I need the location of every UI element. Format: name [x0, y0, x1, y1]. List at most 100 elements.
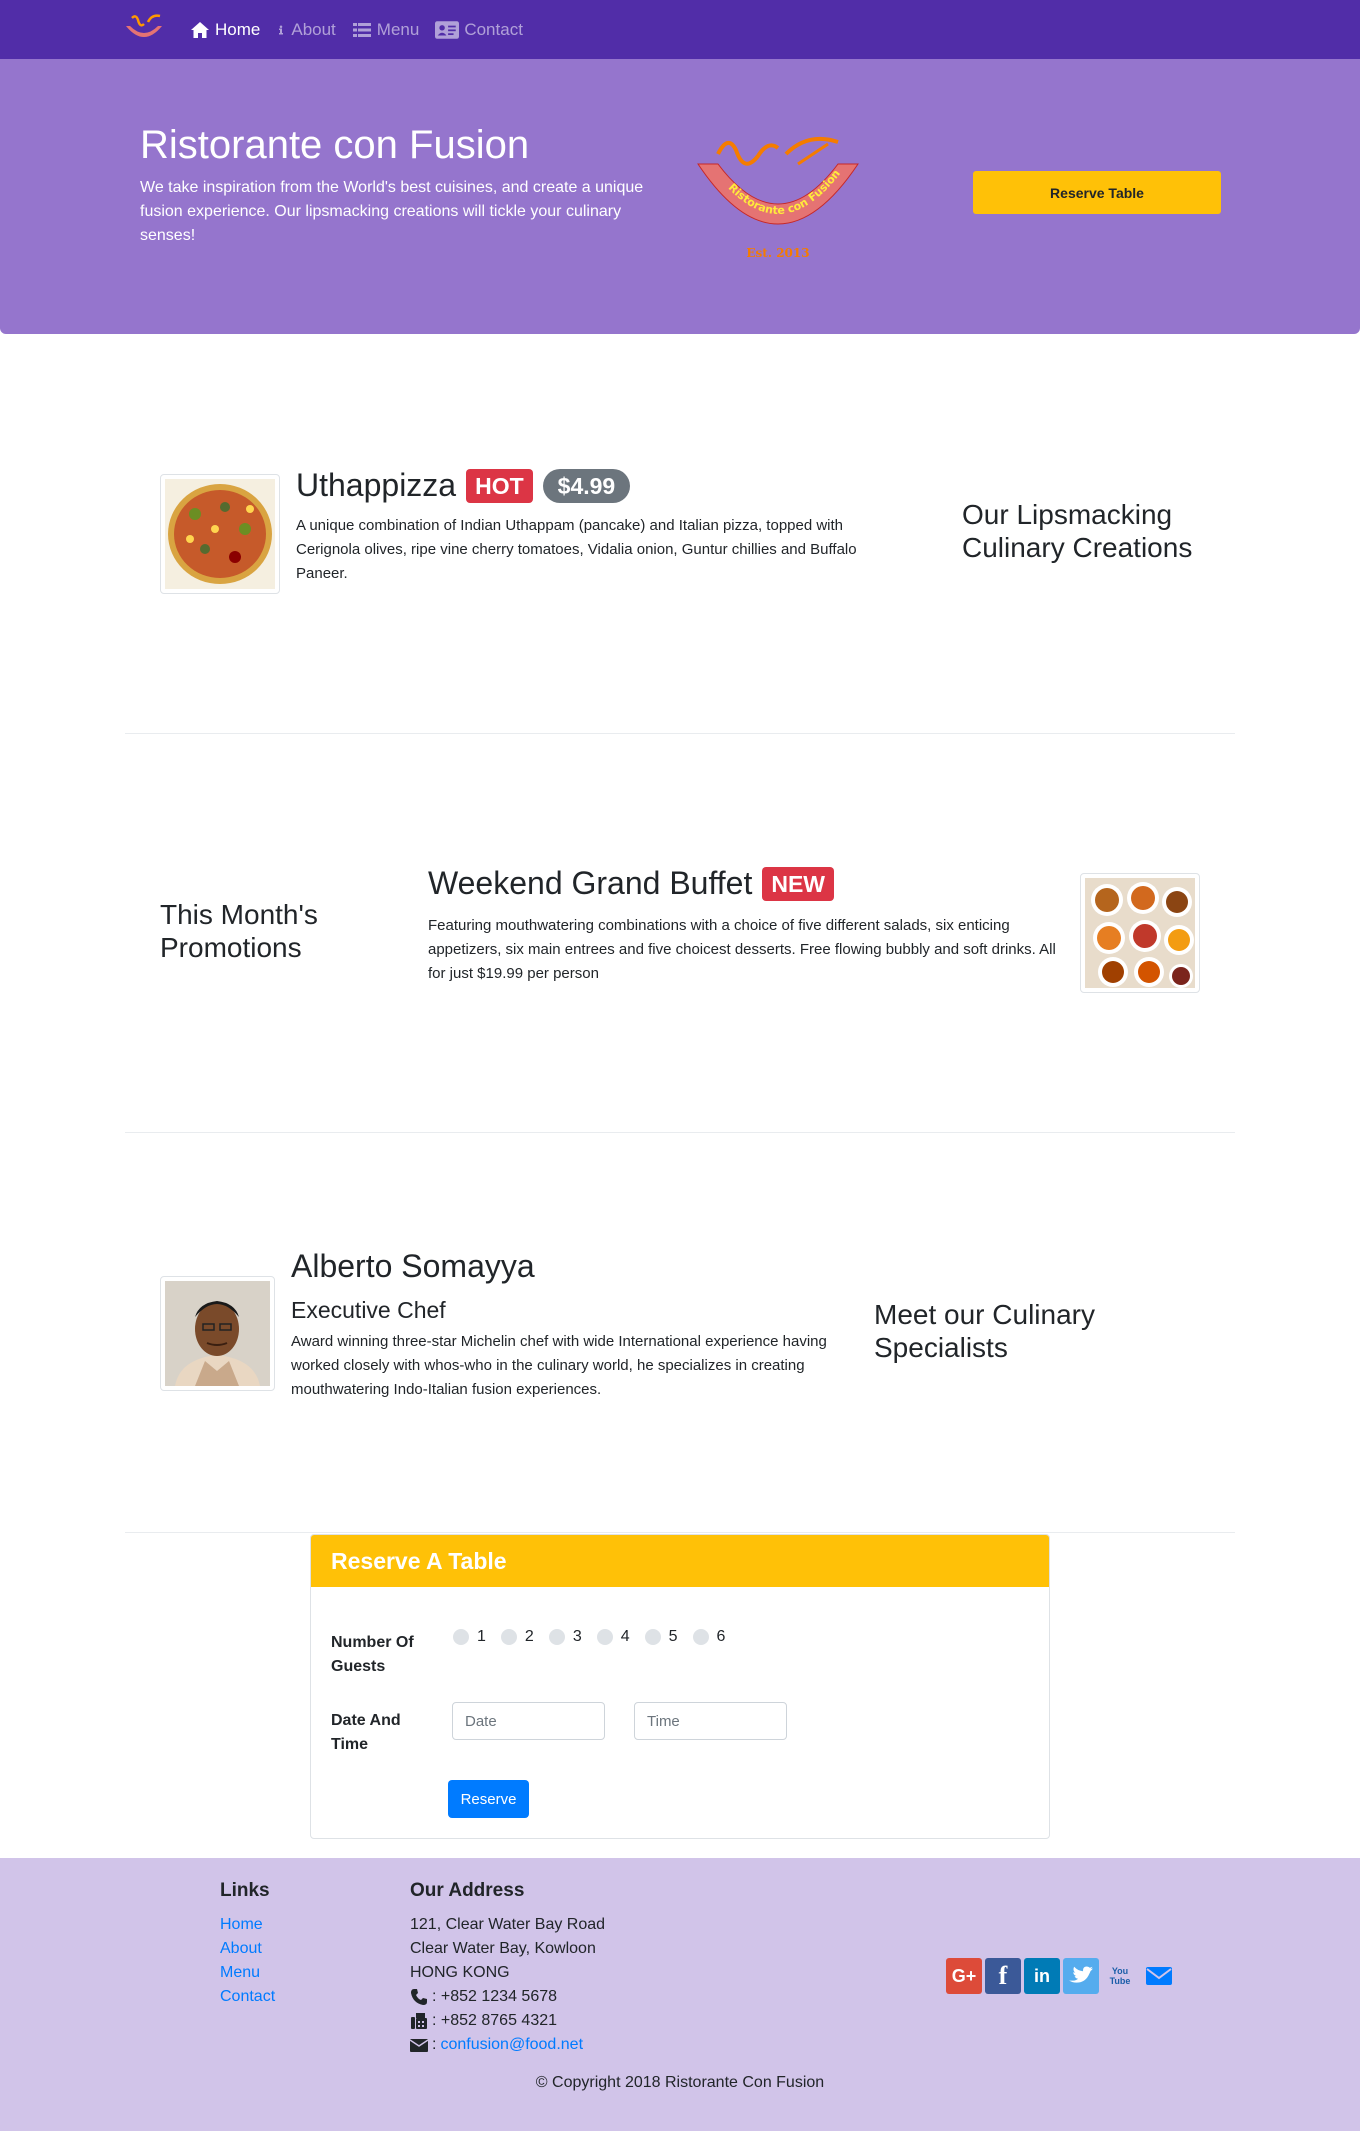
- guest-option-1[interactable]: 1: [453, 1628, 486, 1646]
- phone-row: : +852 1234 5678: [410, 1985, 605, 2009]
- reserve-table-button[interactable]: Reserve Table: [973, 171, 1221, 214]
- info-icon: [279, 25, 284, 34]
- footer-link-menu[interactable]: Menu: [220, 1961, 275, 1985]
- fax-number: : +852 8765 4321: [432, 2012, 558, 2029]
- reserve-submit-button[interactable]: Reserve: [448, 1780, 529, 1818]
- promotion-name: Weekend Grand Buffet: [428, 865, 753, 901]
- divider: [125, 1132, 1235, 1133]
- guest-option-4[interactable]: 4: [596, 1628, 630, 1646]
- radio-label: 1: [477, 1628, 486, 1645]
- navbar: Home About Menu Contact: [0, 0, 1360, 59]
- restaurant-logo: Ristorante con Fusion Est. 2013: [688, 134, 868, 264]
- nav-item-menu[interactable]: Menu: [352, 19, 420, 40]
- chef-designation: Executive Chef: [291, 1297, 446, 1323]
- footer-link-contact[interactable]: Contact: [220, 1985, 275, 2009]
- brand-logo-icon[interactable]: [122, 12, 166, 46]
- datetime-label: Date And Time: [331, 1712, 401, 1753]
- radio-dot: [596, 1629, 613, 1645]
- footer-link-home[interactable]: Home: [220, 1913, 275, 1937]
- links-heading: Links: [220, 1880, 270, 1901]
- divider: [125, 1532, 1235, 1533]
- reservation-title: Reserve A Table: [311, 1535, 1049, 1587]
- jumbotron: Ristorante con Fusion We take inspiratio…: [0, 59, 1360, 334]
- restaurant-title: Ristorante con Fusion: [140, 123, 530, 167]
- footer: Links Home About Menu Contact Our Addres…: [0, 1858, 1360, 2131]
- mail-icon: [1146, 1967, 1172, 1985]
- nav-item-contact[interactable]: Contact: [435, 20, 523, 40]
- guests-radio-group: 1 2 3 4 5 6: [453, 1628, 725, 1646]
- radio-dot: [500, 1629, 517, 1645]
- radio-label: 5: [668, 1628, 678, 1645]
- twitter-icon: [1069, 1966, 1093, 1983]
- radio-label: 2: [524, 1628, 534, 1645]
- google-plus-icon: G+: [951, 1965, 977, 1986]
- radio-label: 6: [716, 1628, 726, 1645]
- radio-label: 3: [572, 1628, 582, 1645]
- restaurant-tagline: We take inspiration from the World's bes…: [140, 179, 644, 244]
- hot-badge: HOT: [466, 468, 533, 503]
- chef-photo: [160, 1276, 275, 1391]
- facebook-button[interactable]: f: [985, 1958, 1021, 1994]
- linkedin-button[interactable]: in: [1024, 1958, 1060, 1994]
- nav-item-about[interactable]: About: [276, 19, 336, 40]
- promotion-description: Featuring mouthwatering combinations wit…: [428, 917, 1056, 982]
- chef-description: Award winning three-star Michelin chef w…: [291, 1333, 827, 1398]
- address-block: 121, Clear Water Bay Road Clear Water Ba…: [410, 1913, 605, 2057]
- guest-option-3[interactable]: 3: [548, 1628, 582, 1646]
- fax-icon: [411, 2013, 427, 2029]
- dish-description: A unique combination of Indian Uthappam …: [296, 517, 857, 582]
- address-heading: Our Address: [410, 1880, 525, 1901]
- guests-label: Number Of Guests: [331, 1634, 414, 1675]
- address-line: HONG KONG: [410, 1964, 510, 1981]
- dish-image: [160, 474, 280, 594]
- buffet-image: [1080, 873, 1200, 993]
- email-prefix: :: [432, 2036, 437, 2053]
- copyright: © Copyright 2018 Ristorante Con Fusion: [535, 2074, 825, 2091]
- facebook-icon: f: [998, 1961, 1008, 1990]
- footer-links: Home About Menu Contact: [220, 1913, 275, 2009]
- email-link[interactable]: confusion@food.net: [440, 2033, 583, 2057]
- email-row: : confusion@food.net: [410, 2033, 605, 2057]
- time-input[interactable]: Time: [634, 1702, 787, 1740]
- nav-menu: Home About Menu Contact: [190, 0, 523, 59]
- dish-section-title: Our Lipsmacking Culinary Creations: [962, 499, 1193, 563]
- home-icon: [191, 21, 209, 38]
- radio-dot: [644, 1629, 661, 1645]
- guest-option-2[interactable]: 2: [500, 1628, 534, 1646]
- radio-dot: [453, 1629, 469, 1645]
- nav-label: Contact: [464, 19, 523, 39]
- address-card-icon: [435, 20, 460, 39]
- reservation-card: Reserve A Table Number Of Guests 1 2 3 4…: [310, 1534, 1050, 1839]
- radio-dot: [692, 1629, 709, 1645]
- phone-icon: [411, 1989, 427, 2005]
- fax-row: : +852 8765 4321: [410, 2009, 605, 2033]
- promotion-section-title: This Month's Promotions: [160, 899, 318, 963]
- radio-dot: [548, 1629, 565, 1645]
- dish-name: Uthappizza: [296, 467, 457, 503]
- address-line: Clear Water Bay, Kowloon: [410, 1940, 596, 1957]
- envelope-icon: [410, 2039, 428, 2052]
- guest-option-6[interactable]: 6: [692, 1628, 726, 1646]
- twitter-button[interactable]: [1063, 1958, 1099, 1994]
- logo-est: Est. 2013: [746, 246, 809, 260]
- date-input[interactable]: Date: [452, 1702, 605, 1740]
- chef-name: Alberto Somayya: [291, 1248, 535, 1284]
- leader-section-title: Meet our Culinary Specialists: [874, 1299, 1095, 1363]
- nav-item-home[interactable]: Home: [190, 20, 260, 40]
- nav-label: Home: [215, 19, 261, 39]
- promotion-heading: Weekend Grand Buffet NEW: [428, 865, 835, 902]
- social-links: G+ f in You Tube: [946, 1958, 1177, 1994]
- linkedin-icon: in: [1034, 1965, 1050, 1986]
- footer-link-about[interactable]: About: [220, 1937, 275, 1961]
- new-badge: NEW: [762, 866, 835, 901]
- divider: [125, 733, 1235, 734]
- radio-label: 4: [620, 1628, 630, 1645]
- guest-option-5[interactable]: 5: [644, 1628, 678, 1646]
- mail-button[interactable]: [1141, 1958, 1177, 1994]
- youtube-button[interactable]: You Tube: [1102, 1958, 1138, 1994]
- google-plus-button[interactable]: G+: [946, 1958, 982, 1994]
- nav-label: About: [291, 19, 336, 39]
- price-badge: $4.99: [542, 468, 631, 503]
- nav-label: Menu: [376, 19, 420, 39]
- youtube-icon: You Tube: [1109, 1966, 1131, 1986]
